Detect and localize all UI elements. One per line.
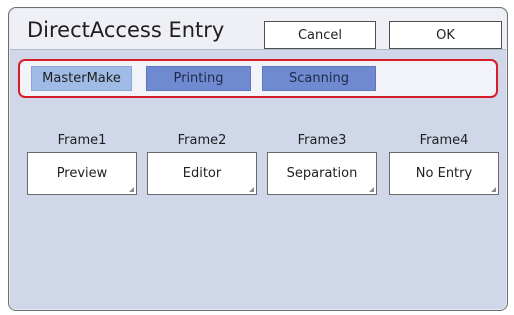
frame4-value: No Entry (415, 166, 473, 181)
frame2-label: Frame2 (177, 133, 227, 148)
directaccess-entry-dialog: DirectAccess Entry Cancel OK MasterMake … (8, 7, 508, 311)
dropdown-corner-icon (129, 187, 134, 192)
tab-scanning[interactable]: Scanning (262, 66, 376, 91)
frame3-select-button[interactable]: Separation (267, 152, 377, 195)
dialog-header: DirectAccess Entry Cancel OK (10, 9, 506, 50)
mode-tab-bar: MasterMake Printing Scanning (18, 59, 498, 98)
dropdown-corner-icon (249, 187, 254, 192)
dropdown-corner-icon (369, 187, 374, 192)
frame1-label: Frame1 (57, 133, 107, 148)
frame4-label: Frame4 (419, 133, 469, 148)
frame-assignment-area: Frame1 Frame2 Frame3 Frame4 Preview Edit… (10, 103, 506, 309)
frame1-select-button[interactable]: Preview (27, 152, 137, 195)
frame2-value: Editor (182, 166, 222, 181)
dropdown-corner-icon (491, 187, 496, 192)
frame1-value: Preview (56, 166, 108, 181)
cancel-button[interactable]: Cancel (264, 21, 376, 49)
tab-printing[interactable]: Printing (146, 66, 251, 91)
tab-mastermake[interactable]: MasterMake (31, 66, 132, 91)
ok-button[interactable]: OK (389, 21, 502, 49)
frame2-select-button[interactable]: Editor (147, 152, 257, 195)
frame3-value: Separation (286, 166, 358, 181)
frame4-select-button[interactable]: No Entry (389, 152, 499, 195)
dialog-title: DirectAccess Entry (27, 18, 225, 42)
frame3-label: Frame3 (297, 133, 347, 148)
